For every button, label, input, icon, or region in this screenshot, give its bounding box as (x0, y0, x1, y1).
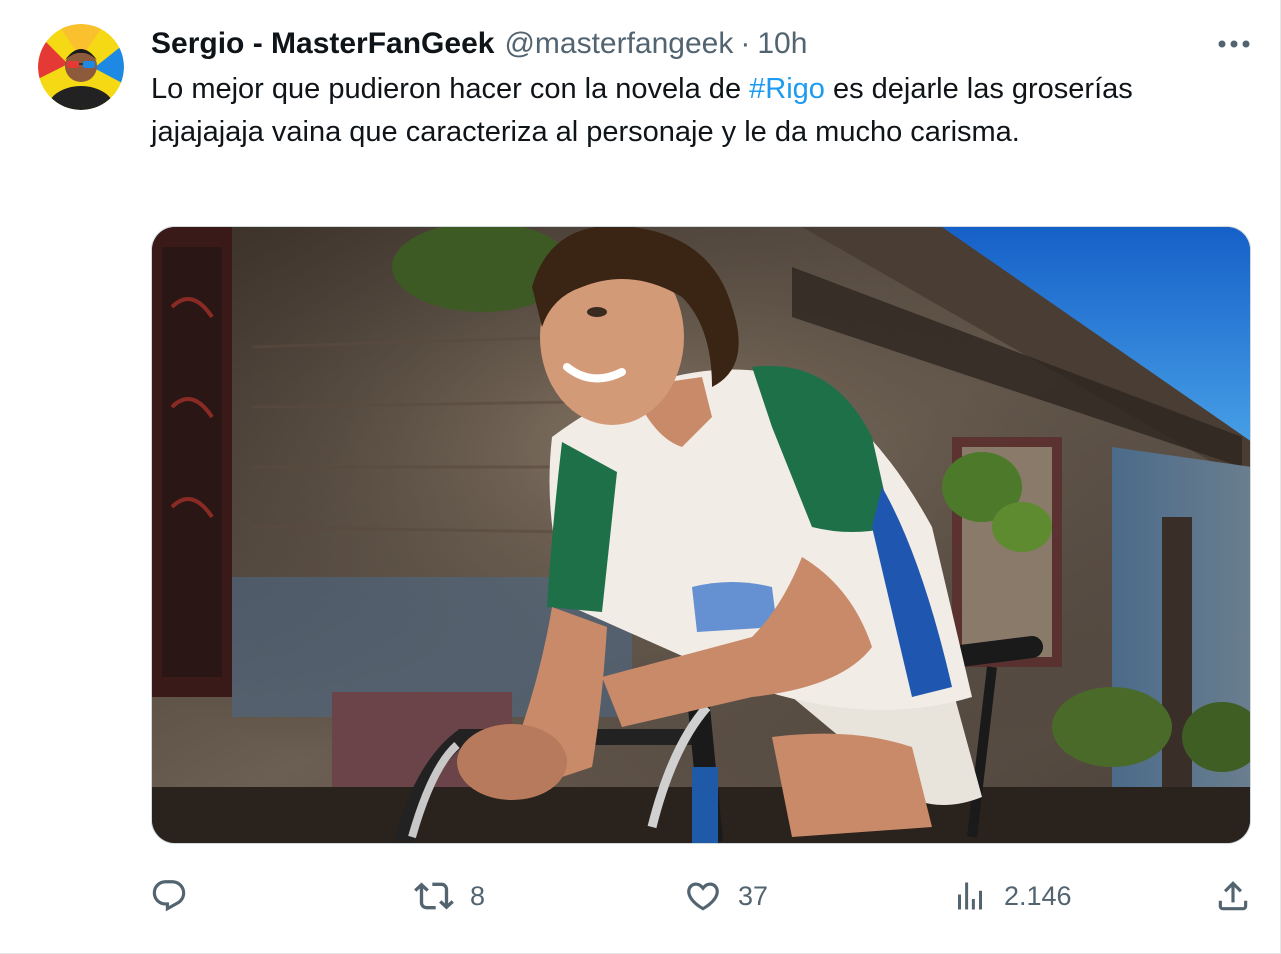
reply-icon (150, 877, 188, 915)
retweet-count: 8 (470, 880, 486, 911)
tweet-timestamp[interactable]: 10h (757, 24, 807, 64)
tweet-text: Lo mejor que pudieron hacer con la novel… (151, 68, 1191, 154)
more-options-button[interactable] (1212, 28, 1256, 60)
avatar-glasses-icon (38, 24, 124, 110)
tweet-actions: 8 37 2.146 (0, 868, 1281, 924)
hashtag-link[interactable]: #Rigo (749, 73, 825, 105)
like-button[interactable]: 37 (684, 868, 768, 924)
tweet-header: Sergio - MasterFanGeek @masterfangeek · … (151, 24, 807, 64)
retweet-icon (414, 876, 454, 916)
tweet-photo[interactable] (151, 226, 1251, 844)
views-count: 2.146 (1004, 880, 1072, 911)
share-button[interactable] (1214, 868, 1252, 924)
separator-dot: · (740, 27, 751, 60)
like-count: 37 (738, 880, 769, 911)
tweet-text-part: Lo mejor que pudieron hacer con la novel… (151, 73, 750, 105)
photo-cyclist (152, 227, 1250, 843)
retweet-button[interactable]: 8 (414, 868, 485, 924)
reply-button[interactable] (150, 868, 188, 924)
views-icon (952, 877, 988, 915)
author-display-name[interactable]: Sergio - MasterFanGeek (151, 24, 494, 64)
tweet-card: Sergio - MasterFanGeek @masterfangeek · … (0, 0, 1281, 954)
author-handle[interactable]: @masterfangeek (504, 24, 733, 64)
share-icon (1214, 877, 1252, 915)
heart-icon (684, 877, 722, 915)
author-avatar[interactable] (38, 24, 124, 110)
views-button[interactable]: 2.146 (952, 868, 1072, 924)
more-dots-icon (1218, 40, 1250, 48)
